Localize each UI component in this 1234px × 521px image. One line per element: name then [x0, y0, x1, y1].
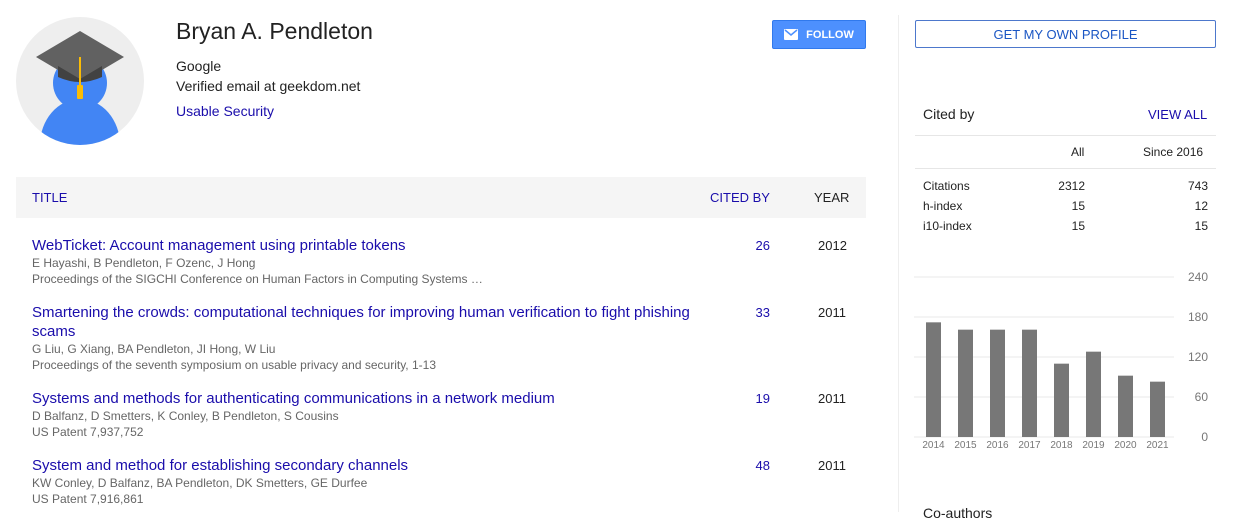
sidebar-divider — [898, 15, 899, 512]
publication-authors: G Liu, G Xiang, BA Pendleton, JI Hong, W… — [32, 342, 276, 356]
profile-email: Verified email at geekdom.net — [176, 78, 361, 94]
chart-bar[interactable] — [1054, 363, 1069, 437]
profile-name: Bryan A. Pendleton — [176, 18, 373, 44]
publication-venue: Proceedings of the SIGCHI Conference on … — [32, 272, 483, 286]
chart-x-tick-label: 2020 — [1114, 440, 1137, 451]
citations-bar-chart: 0 60 120 180 240 2014 2015 2016 2017 2018 2019 2020… — [914, 270, 1209, 451]
citation-count-link[interactable]: 19 — [748, 391, 770, 406]
chart-y-tick-label: 240 — [1188, 270, 1208, 284]
chart-y-tick-label: 60 — [1195, 390, 1209, 404]
envelope-icon — [784, 29, 799, 40]
publication-row: Smartening the crowds: computational tec… — [32, 303, 732, 373]
profile-affiliation: Google — [176, 58, 222, 74]
publication-year: 2011 — [818, 391, 846, 406]
stats-divider — [915, 168, 1216, 169]
publication-venue: US Patent 7,937,752 — [32, 425, 144, 439]
publication-authors: KW Conley, D Balfanz, BA Pendleton, DK S… — [32, 476, 368, 490]
publication-row: System and method for establishing secon… — [32, 456, 732, 507]
publication-title-link[interactable]: Smartening the crowds: computational tec… — [32, 303, 732, 341]
citation-count-link[interactable]: 48 — [748, 458, 770, 473]
stat-all-value: 15 — [1071, 199, 1085, 213]
chart-bar[interactable] — [1150, 381, 1165, 437]
stat-since-value: 743 — [1187, 179, 1208, 193]
get-my-own-profile-button[interactable]: GET MY OWN PROFILE — [915, 20, 1216, 48]
sort-title-header[interactable]: TITLE — [32, 190, 67, 205]
stat-all-value: 2312 — [1058, 179, 1085, 193]
stat-label: h-index — [923, 199, 963, 213]
avatar — [16, 17, 144, 145]
publication-row: Systems and methods for authenticating c… — [32, 389, 732, 440]
publication-authors: D Balfanz, D Smetters, K Conley, B Pendl… — [32, 409, 339, 423]
chart-x-tick-label: 2014 — [922, 440, 945, 451]
stat-label: i10-index — [923, 219, 972, 233]
publication-authors: E Hayashi, B Pendleton, F Ozenc, J Hong — [32, 256, 256, 270]
stats-column-all: All — [1071, 145, 1085, 159]
stat-since-value: 12 — [1194, 199, 1208, 213]
chart-bar[interactable] — [1086, 351, 1101, 437]
publication-year: 2011 — [818, 458, 846, 473]
view-all-link[interactable]: VIEW ALL — [1148, 107, 1207, 122]
stat-all-value: 15 — [1071, 219, 1085, 233]
chart-bar[interactable] — [1118, 375, 1133, 437]
chart-x-tick-label: 2015 — [954, 440, 977, 451]
chart-y-tick-label: 120 — [1188, 350, 1208, 364]
chart-x-tick-label: 2017 — [1018, 440, 1041, 451]
research-interest-link[interactable]: Usable Security — [176, 103, 274, 119]
chart-bar[interactable] — [958, 329, 973, 437]
publication-title-link[interactable]: Systems and methods for authenticating c… — [32, 389, 732, 408]
chart-x-tick-label: 2021 — [1146, 440, 1169, 451]
chart-y-tick-label: 0 — [1201, 430, 1208, 444]
follow-button[interactable]: FOLLOW — [772, 20, 866, 49]
follow-label: FOLLOW — [806, 28, 854, 41]
chart-y-tick-label: 180 — [1188, 310, 1208, 324]
chart-bar[interactable] — [1022, 329, 1037, 437]
stats-divider — [915, 135, 1216, 136]
cited-by-heading: Cited by — [923, 106, 975, 122]
chart-x-tick-label: 2018 — [1050, 440, 1073, 451]
chart-x-tick-label: 2019 — [1082, 440, 1105, 451]
stat-label: Citations — [923, 179, 970, 193]
citation-count-link[interactable]: 26 — [748, 238, 770, 253]
stats-column-since: Since 2016 — [1143, 145, 1204, 159]
citation-count-link[interactable]: 33 — [748, 305, 770, 320]
publication-title-link[interactable]: WebTicket: Account management using prin… — [32, 236, 732, 255]
publication-venue: US Patent 7,916,861 — [32, 492, 144, 506]
publication-title-link[interactable]: System and method for establishing secon… — [32, 456, 732, 475]
sort-cited-by-header[interactable]: CITED BY — [710, 190, 770, 205]
coauthors-heading: Co-authors — [923, 505, 993, 521]
publications-header: TITLE CITED BY YEAR — [16, 177, 866, 218]
publication-venue: Proceedings of the seventh symposium on … — [32, 358, 436, 372]
publication-year: 2012 — [818, 238, 847, 253]
chart-bar[interactable] — [990, 329, 1005, 437]
publication-row: WebTicket: Account management using prin… — [32, 236, 732, 287]
chart-bar[interactable] — [926, 322, 941, 437]
publication-year: 2011 — [818, 305, 846, 320]
sort-year-header[interactable]: YEAR — [814, 190, 849, 205]
stat-since-value: 15 — [1194, 219, 1208, 233]
chart-x-tick-label: 2016 — [986, 440, 1009, 451]
